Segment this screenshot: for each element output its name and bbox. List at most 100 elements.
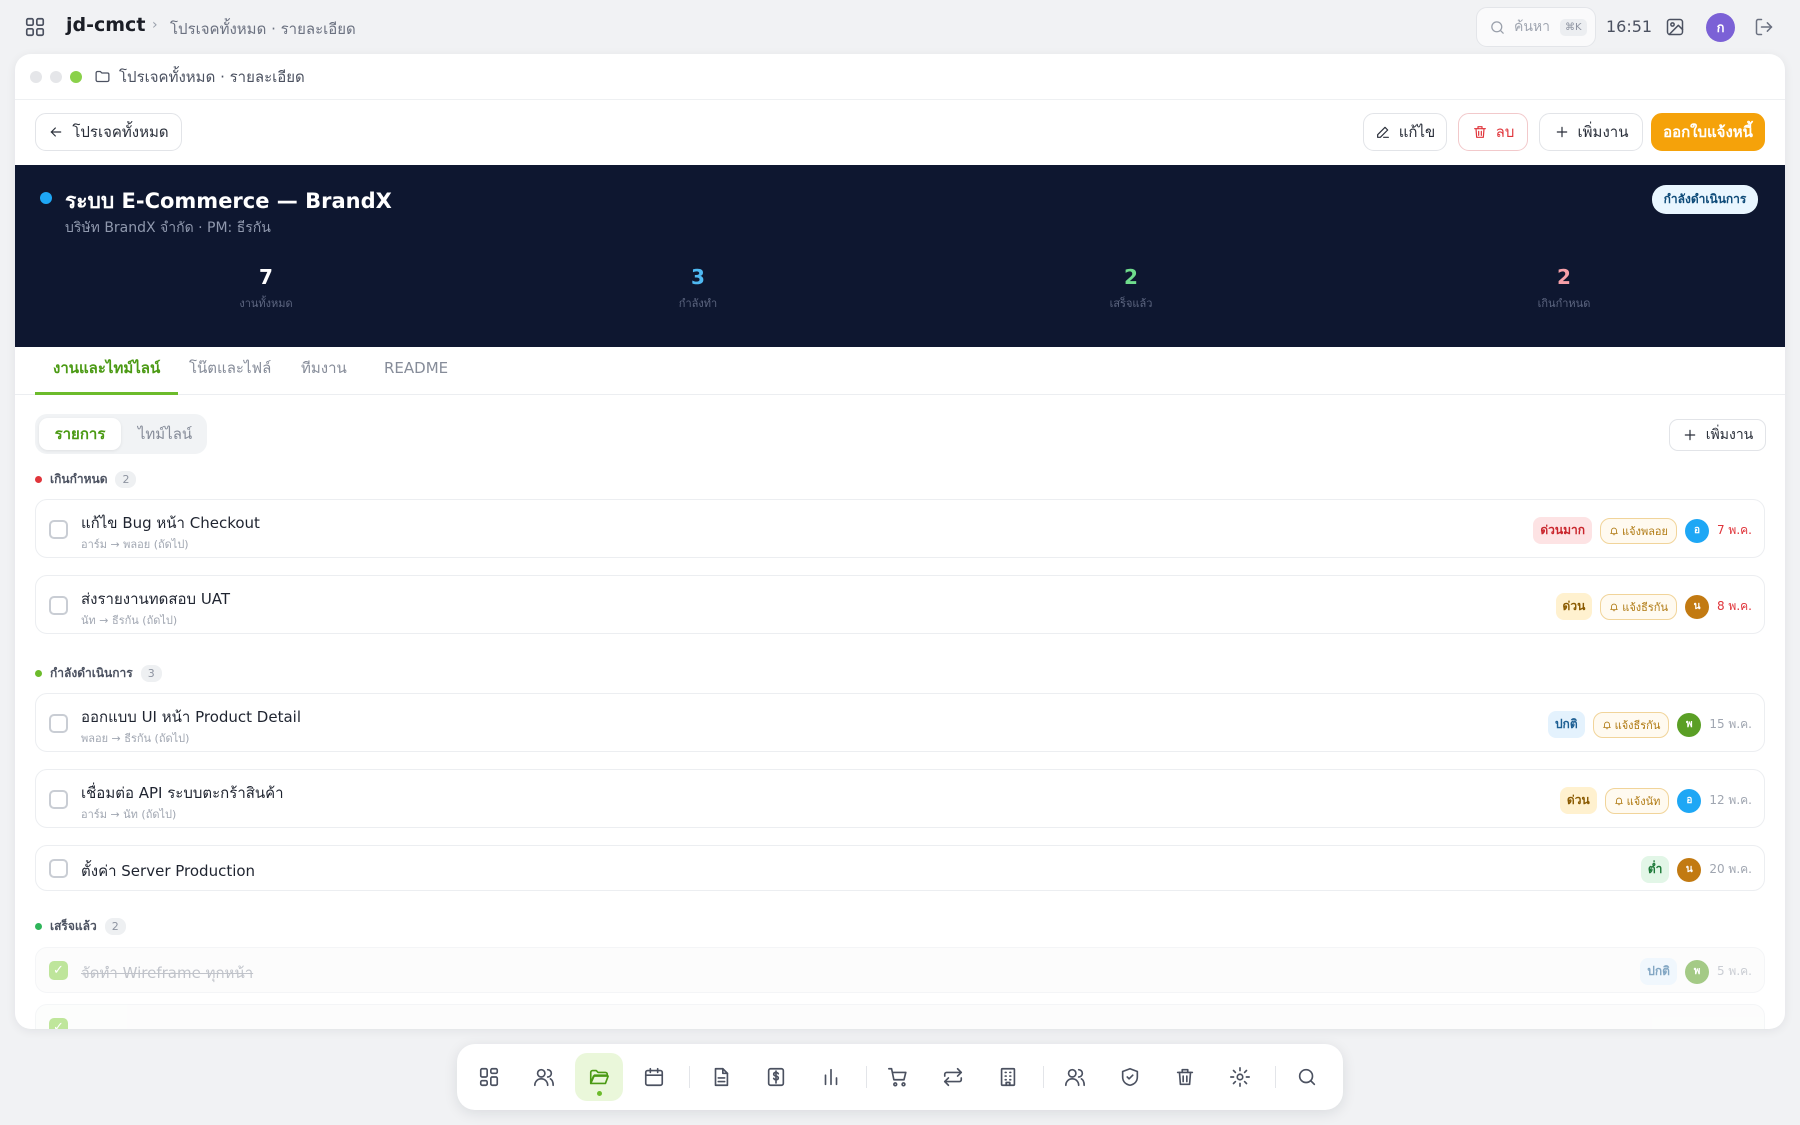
group-count: 2 [115, 471, 137, 488]
dollar-icon[interactable] [752, 1053, 800, 1101]
priority-badge: ปกติ [1547, 711, 1585, 738]
settings-icon[interactable] [1216, 1053, 1264, 1101]
shield-icon[interactable] [1106, 1053, 1154, 1101]
task-title: ตั้งค่า Server Production [81, 862, 256, 880]
task-row[interactable]: ออกแบบ UI หน้า Product Detail พลอย → ธีร… [35, 693, 1765, 752]
project-title: ระบบ E-Commerce — BrandX [65, 189, 392, 213]
stat-in-progress: 3 กำลังทำ [598, 265, 798, 312]
group-dot [35, 923, 42, 930]
dock-divider [866, 1066, 867, 1088]
due-date: 8 พ.ค. [1716, 599, 1752, 613]
notify-badge[interactable]: แจ้งธีรกัน [1600, 593, 1677, 620]
task-checkbox[interactable] [49, 596, 68, 615]
task-checkbox[interactable] [49, 714, 68, 733]
stat-total: 7 งานทั้งหมด [166, 265, 366, 312]
clock: 16:51 [1606, 17, 1653, 36]
project-subtitle: บริษัท BrandX จำกัด · PM: ธีรกัน [65, 220, 271, 236]
delete-button[interactable]: ลบ [1458, 113, 1528, 151]
back-label: โปรเจคทั้งหมด [72, 123, 169, 141]
edit-button[interactable]: แก้ไข [1363, 113, 1447, 151]
project-status-dot [40, 192, 52, 204]
task-row[interactable]: แก้ไข Bug หน้า Checkout อาร์ม → พลอย (ถั… [35, 499, 1765, 558]
calendar-icon[interactable] [630, 1053, 678, 1101]
logout-icon[interactable] [1754, 17, 1774, 37]
task-row[interactable]: ✓ จัดทำ Wireframe ทุกหน้า ปกติ พ 5 พ.ค. [35, 947, 1765, 993]
delete-label: ลบ [1495, 123, 1515, 141]
plus-icon [1682, 427, 1698, 443]
group-dot [35, 476, 42, 483]
due-date: 7 พ.ค. [1716, 523, 1752, 537]
stat-done: 2 เสร็จแล้ว [1031, 265, 1231, 312]
transfer-icon[interactable] [929, 1053, 977, 1101]
task-assignees: นัท → ธีรกัน (ถัดไป) [81, 614, 178, 627]
dashboard-icon[interactable] [465, 1053, 513, 1101]
team-icon[interactable] [1051, 1053, 1099, 1101]
tab-notes-files[interactable]: โน๊ตและไฟล์ [189, 347, 271, 395]
task-checkbox[interactable] [49, 859, 68, 878]
due-date: 20 พ.ค. [1709, 862, 1752, 876]
view-timeline-button[interactable]: ไทม์ไลน์ [127, 418, 203, 450]
plus-icon [1554, 124, 1570, 140]
task-checkbox[interactable] [49, 790, 68, 809]
task-row[interactable]: ส่งรายงานทดสอบ UAT นัท → ธีรกัน (ถัดไป) … [35, 575, 1765, 634]
app-grid-icon[interactable] [24, 16, 46, 38]
priority-badge: ด่วน [1559, 787, 1597, 814]
building-icon[interactable] [984, 1053, 1032, 1101]
window-maximize-dot[interactable] [70, 70, 82, 83]
notify-badge[interactable]: แจ้งธีรกัน [1592, 711, 1670, 738]
tab-tasks-timeline[interactable]: งานและไทม์ไลน์ [35, 347, 179, 395]
chevron-right-icon: › [152, 17, 158, 33]
notify-label: แจ้งพลอย [1622, 524, 1668, 538]
search-icon[interactable] [1283, 1053, 1331, 1101]
window-close-dot[interactable] [30, 70, 42, 83]
task-row-partial[interactable]: ✓ [35, 1004, 1765, 1029]
due-date: 15 พ.ค. [1709, 717, 1752, 731]
task-checkbox[interactable]: ✓ [49, 961, 68, 980]
due-date: 12 พ.ค. [1709, 793, 1752, 807]
view-toggle: รายการ ไทม์ไลน์ [35, 414, 207, 454]
back-button[interactable]: โปรเจคทั้งหมด [35, 113, 182, 151]
assignee-avatar: อ [1677, 788, 1702, 813]
pencil-icon [1375, 124, 1391, 140]
notify-badge[interactable]: แจ้งนัท [1604, 787, 1670, 814]
stat-label: งานทั้งหมด [239, 297, 293, 310]
chart-icon[interactable] [807, 1053, 855, 1101]
breadcrumb: โปรเจคทั้งหมด · รายละเอียด [170, 20, 356, 38]
project-status-badge: กำลังดำเนินการ [1652, 185, 1758, 214]
task-row[interactable]: เชื่อมต่อ API ระบบตะกร้าสินค้า อาร์ม → น… [35, 769, 1765, 828]
task-title: แก้ไข Bug หน้า Checkout [81, 514, 260, 532]
notify-badge[interactable]: แจ้งพลอย [1600, 517, 1677, 544]
group-count: 3 [140, 665, 162, 682]
window-header: โปรเจคทั้งหมด · รายละเอียด [15, 54, 1785, 100]
task-assignees: อาร์ม → พลอย (ถัดไป) [81, 538, 189, 551]
group-label: เกินกำหนด [50, 472, 108, 486]
window-title: โปรเจคทั้งหมด · รายละเอียด [119, 67, 305, 86]
bottom-dock [457, 1044, 1343, 1110]
window-minimize-dot[interactable] [50, 70, 62, 83]
assignee-avatar: น [1677, 857, 1702, 882]
users-icon[interactable] [520, 1053, 568, 1101]
group-label: เสร็จแล้ว [50, 919, 97, 933]
trash-icon[interactable] [1161, 1053, 1209, 1101]
assignee-avatar: น [1684, 594, 1709, 619]
app-name: jd-cmct [66, 14, 146, 36]
image-icon[interactable] [1665, 17, 1685, 37]
add-task-list-button[interactable]: เพิ่มงาน [1669, 419, 1766, 451]
tab-readme[interactable]: README [384, 347, 448, 395]
task-row[interactable]: ตั้งค่า Server Production ต่ำ น 20 พ.ค. [35, 845, 1765, 891]
folder-icon[interactable] [575, 1053, 623, 1101]
add-task-button[interactable]: เพิ่มงาน [1539, 113, 1643, 151]
document-icon[interactable] [697, 1053, 745, 1101]
view-list-button[interactable]: รายการ [39, 418, 121, 450]
notify-label: แจ้งธีรกัน [1614, 718, 1661, 732]
cart-icon[interactable] [874, 1053, 922, 1101]
tab-team[interactable]: ทีมงาน [301, 347, 347, 395]
task-checkbox[interactable]: ✓ [49, 1018, 68, 1029]
search-box[interactable]: ค้นหา ⌘K [1476, 7, 1596, 47]
task-checkbox[interactable] [49, 520, 68, 539]
due-date: 5 พ.ค. [1716, 964, 1752, 978]
user-avatar[interactable]: ก [1706, 13, 1735, 42]
task-title: จัดทำ Wireframe ทุกหน้า [81, 964, 254, 982]
issue-invoice-button[interactable]: ออกใบแจ้งหนี้ [1651, 113, 1765, 151]
dock-divider [1043, 1066, 1044, 1088]
